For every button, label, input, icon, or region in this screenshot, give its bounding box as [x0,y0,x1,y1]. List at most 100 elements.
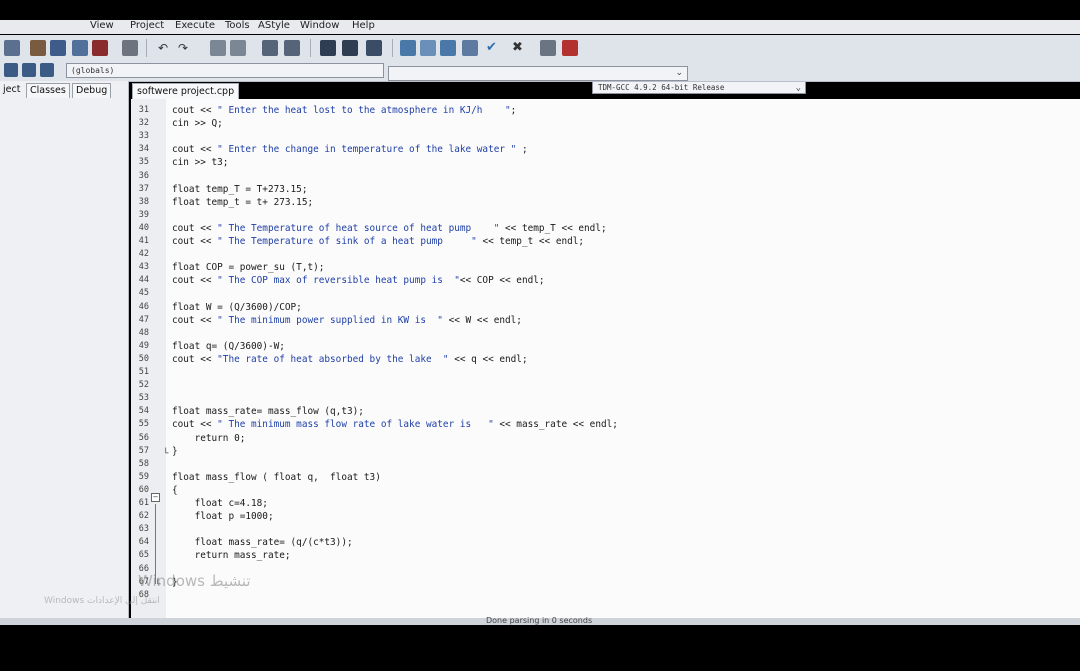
code-line: float W = (Q/3600)/COP; [172,301,302,313]
menu-execute[interactable]: Execute [175,20,215,31]
code-line: cout << "The rate of heat absorbed by th… [172,353,528,366]
new-file-icon[interactable] [4,40,20,56]
toggle-bookmark-icon[interactable] [22,63,36,77]
code-line: float mass_rate= (q/(c*t3)); [172,537,353,549]
stop-icon[interactable]: ✖ [512,40,528,56]
line-number: 65 [138,550,149,561]
string-literal: " The Temperature of sink of a heat pump… [217,236,477,247]
line-number: 63 [138,524,149,535]
code-line: float q= (Q/3600)-W; [172,340,285,352]
toolbar-separator [146,39,147,57]
line-number: 33 [138,131,149,142]
code-line: cout << " The Temperature of sink of a h… [172,235,584,248]
find-icon[interactable] [210,40,226,56]
redo-icon[interactable]: ↷ [178,40,194,56]
menu-astyle[interactable]: AStyle [258,20,290,31]
file-tab[interactable]: softwere project.cpp [132,83,240,99]
string-literal: "The rate of heat absorbed by the lake " [217,353,449,365]
line-number: 43 [138,262,149,273]
debug-icon[interactable] [562,40,578,56]
code-line: return mass_rate; [172,550,291,562]
code-line: cout << " The minimum power supplied in … [172,314,522,327]
code-token: cout << [172,144,218,156]
windows-activation-hint: Windows انتقل إلى الإعدادات [44,596,160,606]
toolbar-separator [392,39,393,57]
replace-icon[interactable] [230,40,246,56]
line-number: 51 [138,367,149,377]
chevron-down-icon: ⌄ [675,68,683,78]
line-number: 49 [138,340,149,351]
tab-debug[interactable]: Debug [72,83,112,98]
line-number: 36 [138,170,149,181]
tab-project[interactable]: ject [0,83,23,97]
line-number: 61 [138,498,149,508]
bookmark-back-icon[interactable] [320,40,336,56]
line-number: 37 [138,183,149,194]
code-line: float temp_T = T+273.15; [172,183,308,195]
menu-view[interactable]: View [90,20,114,31]
code-line: float p =1000; [172,511,274,523]
line-number: 40 [138,222,149,233]
line-number: 60 [138,484,149,495]
goto-bookmark-icon[interactable] [40,63,54,77]
indent-icon[interactable] [262,40,278,56]
code-line: { [172,484,178,496]
goto-line-icon[interactable] [366,40,382,56]
open-file-icon[interactable] [30,40,46,56]
save-all-icon[interactable] [72,40,88,56]
line-number: 56 [138,432,149,443]
run-icon[interactable] [420,40,436,56]
string-literal: " The Temperature of heat source of heat… [217,222,500,234]
compiler-select-value: TDM-GCC 4.9.2 64-bit Release [598,83,725,92]
code-token: cout << [172,222,218,234]
line-number: 38 [138,196,149,207]
code-line: float c=4.18; [172,498,268,509]
code-token: cout << [172,314,218,326]
string-literal: " Enter the change in temperature of the… [217,144,517,156]
menu-project[interactable]: Project [130,20,164,31]
line-number: 31 [138,105,149,115]
line-number: 50 [138,353,149,364]
menu-help[interactable]: Help [352,20,375,31]
chevron-down-icon: ⌄ [795,83,801,93]
print-icon[interactable] [122,40,138,56]
scope-select[interactable]: (globals) [66,63,384,78]
menu-window[interactable]: Window [300,20,339,31]
unindent-icon[interactable] [284,40,300,56]
line-number: 46 [138,301,149,312]
code-line: cin >> Q; [172,118,223,130]
windows-activation-watermark: Windows تنشيط [138,572,251,590]
code-token: cout << [172,275,218,287]
code-token: << COP << endl; [459,275,545,287]
code-token: cout << [172,236,218,247]
check-syntax-icon[interactable]: ✔ [486,40,502,56]
line-number: 58 [138,458,149,469]
line-number: 55 [138,419,149,430]
function-select[interactable]: ⌄ [388,66,688,81]
profile-icon[interactable] [540,40,556,56]
bookmark-forward-icon[interactable] [342,40,358,56]
string-literal: " Enter the heat lost to the atmosphere … [217,105,511,116]
line-number: 64 [138,537,149,548]
line-number: 54 [138,406,149,417]
undo-icon[interactable]: ↶ [158,40,174,56]
menu-tools[interactable]: Tools [225,20,250,31]
insert-icon[interactable] [4,63,18,77]
line-number: 35 [138,157,149,168]
line-number: 47 [138,314,149,325]
save-icon[interactable] [50,40,66,56]
code-token: cout << [172,419,218,431]
code-line: cout << " Enter the heat lost to the atm… [172,104,516,117]
code-line: cout << " The Temperature of heat source… [172,222,607,235]
code-line: cout << " Enter the change in temperatur… [172,143,528,156]
code-line: cout << " The COP max of reversible heat… [172,274,545,287]
compile-icon[interactable] [400,40,416,56]
code-token: << temp_t << endl; [476,236,585,247]
code-token: cout << [172,353,218,365]
close-file-icon[interactable] [92,40,108,56]
rebuild-icon[interactable] [462,40,478,56]
tab-classes[interactable]: Classes [26,83,70,98]
compile-run-icon[interactable] [440,40,456,56]
fold-collapse-icon[interactable]: − [151,493,160,502]
string-literal: " The minimum power supplied in KW is " [217,314,443,326]
